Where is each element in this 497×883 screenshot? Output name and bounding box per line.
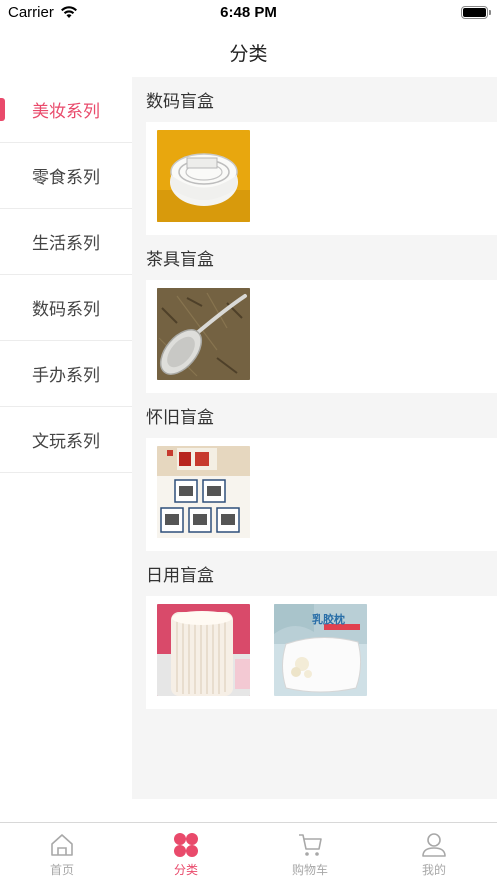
tab-label: 分类 [173,863,198,877]
page-title: 分类 [229,43,268,65]
product-image-cotton-swabs[interactable] [157,604,250,696]
section-title: 怀旧盲盒 [146,408,214,428]
sidebar-item-label: 手办系列 [32,366,100,386]
home-icon [51,834,73,856]
tab-label: 首页 [49,863,74,877]
tab-bar: 首页 分类 购物车 我的 [0,822,497,883]
active-indicator [0,98,5,121]
sidebar-item-label: 数码系列 [32,300,100,320]
sidebar-item-label: 美妆系列 [32,102,100,122]
product-caption: 乳胶枕 [312,613,345,626]
sidebar-item-figures[interactable]: 手办系列 [0,341,132,407]
tab-cart[interactable]: 购物车 [248,823,372,883]
tab-label: 我的 [421,863,446,877]
battery-tip [489,10,491,15]
section-title: 日用盲盒 [146,566,214,586]
section-products [146,122,497,235]
tab-home[interactable]: 首页 [0,823,124,883]
sidebar-item-label: 生活系列 [32,234,100,254]
product-image-latex-pillow[interactable]: 乳胶枕 [274,604,367,696]
section-products [146,280,497,393]
tab-category[interactable]: 分类 [124,823,248,883]
sidebar-item-life[interactable]: 生活系列 [0,209,132,275]
category-sidebar: 美妆系列 零食系列 生活系列 数码系列 手办系列 文玩系列 [0,77,132,799]
sidebar-item-snacks[interactable]: 零食系列 [0,143,132,209]
category-icon [174,833,198,857]
status-bar: Carrier 6:48 PM [0,0,497,26]
battery-icon [461,6,488,19]
section-title: 数码盲盒 [146,92,214,112]
profile-icon [422,833,446,857]
section-products: 乳胶枕 [146,596,497,709]
cart-icon [299,834,322,856]
status-time: 6:48 PM [220,4,277,21]
sidebar-item-digital[interactable]: 数码系列 [0,275,132,341]
sidebar-item-collectibles[interactable]: 文玩系列 [0,407,132,473]
navigation-bar: 分类 [0,26,497,77]
product-image-cable[interactable] [157,130,250,222]
tab-label: 购物车 [291,863,328,877]
section-products [146,438,497,551]
category-content: 数码盲盒 茶具盲盒 怀旧盲盒 日用盲盒 乳胶枕 [146,77,497,709]
section-title: 茶具盲盒 [146,250,214,270]
sidebar-item-makeup[interactable]: 美妆系列 [0,77,132,143]
sidebar-item-label: 文玩系列 [32,432,100,452]
tab-profile[interactable]: 我的 [372,823,496,883]
sidebar-item-label: 零食系列 [32,168,100,188]
product-image-enamel-mugs[interactable] [157,446,250,538]
category-page: 美妆系列 零食系列 生活系列 数码系列 手办系列 文玩系列 数码盲盒 茶具盲盒 … [0,77,497,799]
product-image-tea-spoon[interactable] [157,288,250,380]
